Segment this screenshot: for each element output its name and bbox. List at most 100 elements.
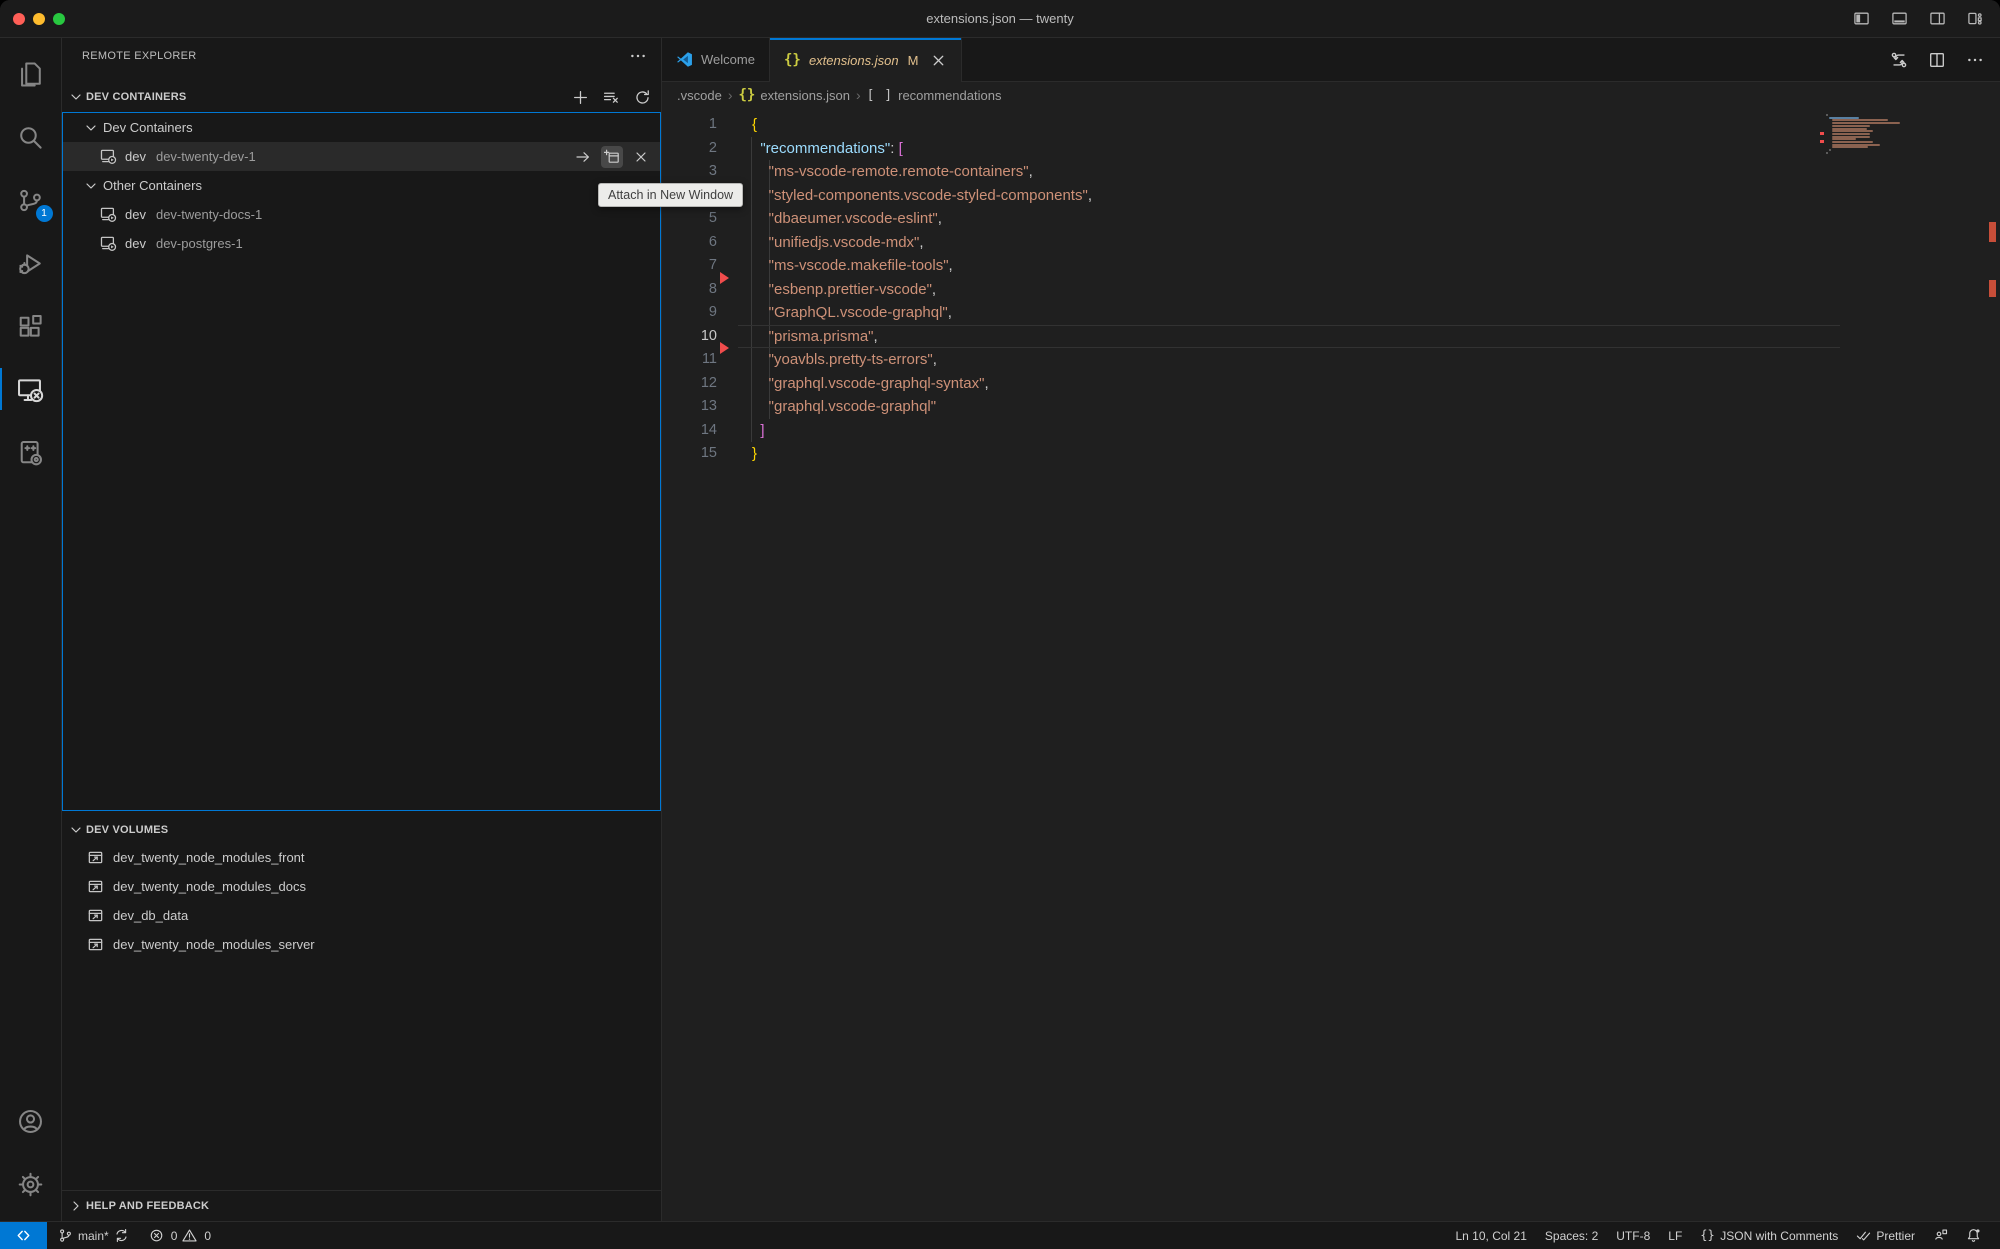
more-actions-icon[interactable]	[1966, 51, 1984, 69]
overview-ruler[interactable]	[1988, 108, 1996, 1221]
remote-window-indicator[interactable]	[0, 1222, 47, 1249]
code-line-14[interactable]: 14 ]	[662, 419, 2000, 443]
container-row-dev-twenty-docs-1[interactable]: devdev-twenty-docs-1	[63, 200, 660, 229]
status-eol[interactable]: LF	[1659, 1229, 1691, 1243]
container-tools-icon	[17, 439, 44, 466]
breadcrumb-item-extensions-json[interactable]: {}extensions.json	[738, 87, 849, 103]
toggle-panel-icon[interactable]	[1891, 10, 1908, 27]
code-line-1[interactable]: 1{	[662, 113, 2000, 137]
status-encoding[interactable]: UTF-8	[1607, 1229, 1659, 1243]
activity-bar-item-run-and-debug[interactable]	[0, 237, 62, 289]
code-line-11[interactable]: 11 "yoavbls.pretty-ts-errors",	[662, 348, 2000, 372]
git-branch-status[interactable]: main*	[51, 1222, 136, 1249]
tree-group-dev-containers[interactable]: Dev Containers	[63, 113, 660, 142]
activity-bar-item-accounts[interactable]	[0, 1095, 62, 1147]
status-notifications[interactable]	[1957, 1228, 1990, 1243]
container-icon	[100, 148, 117, 165]
code-line-3[interactable]: 3 "ms-vscode-remote.remote-containers",	[662, 160, 2000, 184]
activity-bar-item-remote-explorer[interactable]	[0, 363, 62, 415]
zoom-window-button[interactable]	[53, 13, 65, 25]
array-brackets-icon: [ ]	[867, 88, 893, 103]
error-icon	[149, 1228, 164, 1243]
tree-group-label: Other Containers	[103, 178, 202, 193]
clear-list-icon[interactable]	[603, 89, 620, 106]
minimize-window-button[interactable]	[33, 13, 45, 25]
line-number: 10	[662, 325, 717, 349]
activity-bar-item-settings[interactable]	[0, 1158, 62, 1210]
minimap-deleted-marker	[1820, 140, 1824, 143]
error-count: 0	[171, 1229, 178, 1243]
volume-row-dev_twenty_node_modules_docs[interactable]: dev_twenty_node_modules_docs	[62, 872, 661, 901]
problems-status[interactable]: 00	[142, 1222, 218, 1249]
breadcrumb-item-recommendations[interactable]: [ ] recommendations	[867, 88, 1002, 103]
plus-icon[interactable]	[572, 89, 589, 106]
tree-group-other-containers[interactable]: Other Containers	[63, 171, 660, 200]
chevron-right-icon	[68, 1198, 84, 1214]
code-text: }	[752, 442, 757, 466]
attach-in-new-window-button[interactable]	[601, 146, 623, 168]
toggle-secondary-sidebar-icon[interactable]	[1929, 10, 1946, 27]
code-line-5[interactable]: 5 "dbaeumer.vscode-eslint",	[662, 207, 2000, 231]
code-text: "graphql.vscode-graphql"	[752, 395, 936, 419]
line-number: 13	[662, 395, 717, 419]
activity-bar-item-explorer[interactable]	[0, 48, 62, 100]
container-row-dev-twenty-dev-1[interactable]: devdev-twenty-dev-1	[63, 142, 660, 171]
tab-extensions-json[interactable]: {}extensions.jsonM	[770, 38, 962, 82]
activity-bar-item-search[interactable]	[0, 111, 62, 163]
source-control-badge: 1	[36, 205, 53, 222]
code-line-15[interactable]: 15}	[662, 442, 2000, 466]
status-language-mode[interactable]: {}JSON with Comments	[1691, 1228, 1847, 1243]
container-row-dev-postgres-1[interactable]: devdev-postgres-1	[63, 229, 660, 258]
volume-row-dev_twenty_node_modules_server[interactable]: dev_twenty_node_modules_server	[62, 930, 661, 959]
code-line-9[interactable]: 9 "GraphQL.vscode-graphql",	[662, 301, 2000, 325]
account-icon	[17, 1108, 44, 1135]
more-actions-icon[interactable]	[629, 47, 647, 65]
breadcrumb-label: recommendations	[898, 88, 1001, 103]
split-editor-icon[interactable]	[1928, 51, 1946, 69]
code-line-7[interactable]: 7 "ms-vscode.makefile-tools",	[662, 254, 2000, 278]
section-header-dev-containers[interactable]: DEV CONTAINERS	[62, 84, 661, 110]
code-text: ]	[752, 419, 765, 443]
status-label: Ln 10, Col 21	[1456, 1229, 1527, 1243]
code-editor[interactable]: 1{2 "recommendations": [3 "ms-vscode-rem…	[662, 108, 2000, 1221]
feedback-icon	[1933, 1228, 1948, 1243]
line-number: 7	[662, 254, 717, 278]
volume-icon	[87, 936, 104, 953]
code-line-13[interactable]: 13 "graphql.vscode-graphql"	[662, 395, 2000, 419]
code-text: "unifiedjs.vscode-mdx",	[752, 231, 924, 255]
vscode-window: extensions.json — twenty 1 REMOTE EXPLOR…	[0, 0, 2000, 1249]
git-modified-badge: M	[908, 53, 919, 68]
tab-welcome[interactable]: Welcome	[662, 38, 770, 81]
toggle-sidebar-icon[interactable]	[1853, 10, 1870, 27]
code-text: "GraphQL.vscode-graphql",	[752, 301, 952, 325]
sidebar-title: REMOTE EXPLORER	[82, 50, 197, 62]
status-formatter[interactable]: Prettier	[1847, 1228, 1924, 1243]
attach-to-container-button[interactable]	[572, 146, 594, 168]
customize-layout-icon[interactable]	[1967, 10, 1984, 27]
status-cursor-position[interactable]: Ln 10, Col 21	[1447, 1229, 1536, 1243]
activity-bar-item-container-tools[interactable]	[0, 426, 62, 478]
code-line-4[interactable]: 4 "styled-components.vscode-styled-compo…	[662, 184, 2000, 208]
code-line-2[interactable]: 2 "recommendations": [	[662, 137, 2000, 161]
open-changes-icon[interactable]	[1890, 51, 1908, 69]
volume-row-dev_db_data[interactable]: dev_db_data	[62, 901, 661, 930]
section-header-dev-volumes[interactable]: DEV VOLUMES	[62, 817, 661, 843]
code-line-12[interactable]: 12 "graphql.vscode-graphql-syntax",	[662, 372, 2000, 396]
code-line-8[interactable]: 8 "esbenp.prettier-vscode",	[662, 278, 2000, 302]
close-tab-icon[interactable]	[930, 52, 947, 69]
refresh-icon[interactable]	[634, 89, 651, 106]
volume-row-dev_twenty_node_modules_front[interactable]: dev_twenty_node_modules_front	[62, 843, 661, 872]
minimap-line	[1832, 141, 1873, 143]
close-window-button[interactable]	[13, 13, 25, 25]
arrow-right-icon	[575, 149, 591, 165]
status-indentation[interactable]: Spaces: 2	[1536, 1229, 1607, 1243]
code-line-6[interactable]: 6 "unifiedjs.vscode-mdx",	[662, 231, 2000, 255]
status-feedback[interactable]	[1924, 1228, 1957, 1243]
breadcrumb-item--vscode[interactable]: .vscode	[677, 88, 722, 103]
code-text: "styled-components.vscode-styled-compone…	[752, 184, 1092, 208]
stop-container-button[interactable]	[630, 146, 652, 168]
activity-bar-item-source-control[interactable]: 1	[0, 174, 62, 226]
code-line-10[interactable]: 10 "prisma.prisma",	[662, 325, 2000, 349]
section-header-help-and-feedback[interactable]: HELP AND FEEDBACK	[62, 1190, 661, 1221]
activity-bar-item-extensions[interactable]	[0, 300, 62, 352]
